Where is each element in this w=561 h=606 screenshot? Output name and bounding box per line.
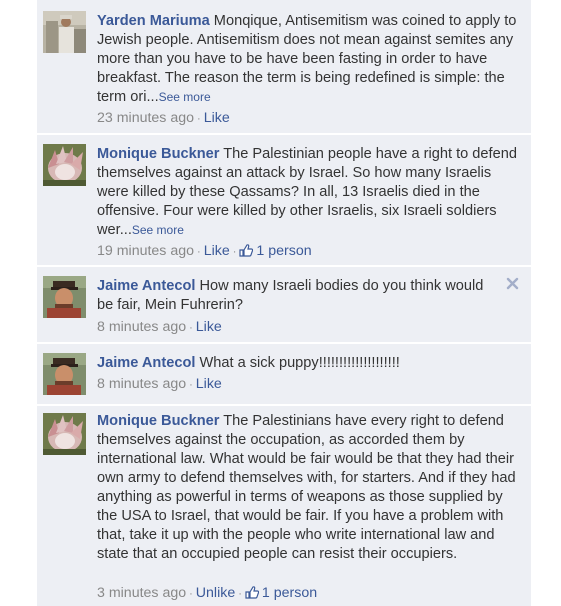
comment-author[interactable]: Jaime Antecol — [97, 278, 195, 294]
avatar[interactable] — [43, 11, 86, 53]
likes-count-link[interactable]: 1 person — [239, 243, 312, 259]
like-link[interactable]: Like — [204, 243, 230, 259]
separator-dot: · — [189, 322, 193, 334]
likes-count: 1 person — [256, 243, 312, 259]
comment-item: Monique Buckner The Palestinians have ev… — [37, 406, 531, 606]
comment-timestamp[interactable]: 8 minutes ago — [97, 319, 186, 335]
separator-dot: · — [232, 246, 237, 258]
comment-timestamp[interactable]: 3 minutes ago — [97, 585, 186, 601]
thumbs-up-icon — [245, 586, 259, 599]
comment-meta: 19 minutes ago · Like · 1 person — [97, 242, 312, 262]
likes-count: 1 person — [261, 585, 318, 601]
like-link[interactable]: Like — [196, 376, 222, 392]
separator-dot: · — [197, 113, 201, 125]
comment-author[interactable]: Monique Buckner — [97, 146, 219, 162]
comment-author[interactable]: Jaime Antecol — [97, 355, 195, 371]
separator-dot: · — [238, 588, 242, 600]
comment-body: Yarden Mariuma Monqique, Antisemitism wa… — [97, 12, 519, 107]
comment-meta: 23 minutes ago · Like — [97, 109, 230, 129]
thumbs-up-icon — [239, 244, 254, 257]
avatar[interactable] — [43, 144, 86, 186]
comment-text: The Palestinians have every right to def… — [97, 413, 516, 562]
comment-item: Monique Buckner The Palestinian people h… — [37, 135, 531, 265]
avatar[interactable] — [43, 276, 86, 318]
like-link[interactable]: Like — [196, 319, 222, 335]
comment-author[interactable]: Monique Buckner — [97, 413, 219, 429]
comment-meta: 8 minutes ago · Like — [97, 318, 222, 338]
comment-body: Jaime Antecol What a sick puppy!!!!!!!!!… — [97, 354, 519, 373]
comment-body: Jaime Antecol How many Israeli bodies do… — [97, 277, 497, 315]
comment-timestamp[interactable]: 19 minutes ago — [97, 243, 194, 259]
see-more-link[interactable]: See more — [159, 90, 211, 104]
separator-dot: · — [189, 588, 193, 600]
separator-dot: · — [189, 379, 193, 391]
comment-author[interactable]: Yarden Mariuma — [97, 13, 210, 29]
comment-meta: 3 minutes ago · Unlike · 1 person — [97, 584, 317, 604]
unlike-link[interactable]: Unlike — [196, 585, 235, 601]
comment-item: Jaime Antecol How many Israeli bodies do… — [37, 267, 531, 342]
like-link[interactable]: Like — [204, 110, 230, 126]
comment-timestamp[interactable]: 23 minutes ago — [97, 110, 194, 126]
see-more-link[interactable]: See more — [132, 223, 184, 237]
comment-text: What a sick puppy!!!!!!!!!!!!!!!!!!!! — [195, 355, 400, 371]
separator-dot: · — [197, 246, 201, 258]
comment-body: Monique Buckner The Palestinians have ev… — [97, 412, 519, 564]
comment-item: Jaime Antecol What a sick puppy!!!!!!!!!… — [37, 344, 531, 404]
comment-timestamp[interactable]: 8 minutes ago — [97, 376, 186, 392]
comment-item: Yarden Mariuma Monqique, Antisemitism wa… — [37, 0, 531, 133]
comment-meta: 8 minutes ago · Like — [97, 375, 222, 395]
likes-count-link[interactable]: 1 person — [245, 585, 317, 601]
avatar[interactable] — [43, 413, 86, 455]
comment-body: Monique Buckner The Palestinian people h… — [97, 145, 519, 240]
avatar[interactable] — [43, 353, 86, 395]
close-icon[interactable] — [506, 277, 519, 290]
comment-feed: Yarden Mariuma Monqique, Antisemitism wa… — [37, 0, 531, 606]
